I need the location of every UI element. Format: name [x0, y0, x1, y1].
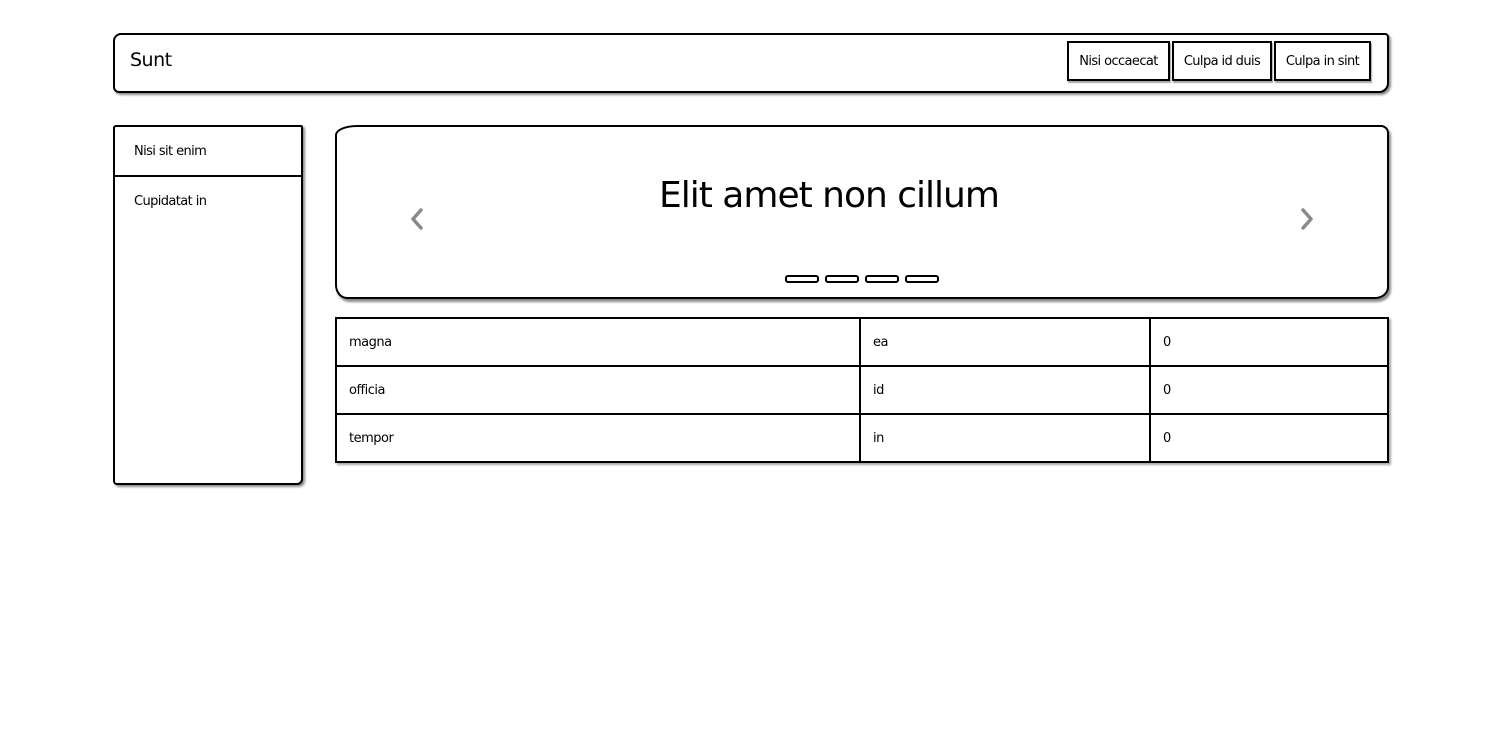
carousel: Elit amet non cillum	[335, 125, 1389, 299]
carousel-slide-title: Elit amet non cillum	[659, 175, 1000, 216]
table-cell: 0	[1149, 317, 1389, 367]
table-row: tempor in 0	[335, 413, 1389, 463]
table-cell: 0	[1149, 365, 1389, 415]
brand-title[interactable]: Sunt	[130, 49, 172, 71]
table-cell: ea	[859, 317, 1151, 367]
table-cell: 0	[1149, 413, 1389, 463]
carousel-indicator-2[interactable]	[825, 275, 859, 283]
table-cell: id	[859, 365, 1151, 415]
table-cell: officia	[335, 365, 861, 415]
table-cell: in	[859, 413, 1151, 463]
carousel-indicator-4[interactable]	[905, 275, 939, 283]
table-cell: magna	[335, 317, 861, 367]
sidebar: Nisi sit enim Cupidatat in	[113, 125, 303, 485]
sidebar-item-nisi-sit-enim[interactable]: Nisi sit enim	[115, 127, 301, 177]
top-navbar: Sunt Nisi occaecat Culpa id duis Culpa i…	[113, 33, 1389, 93]
nav-button-group: Nisi occaecat Culpa id duis Culpa in sin…	[1067, 41, 1371, 81]
carousel-indicator-1[interactable]	[785, 275, 819, 283]
carousel-indicator-3[interactable]	[865, 275, 899, 283]
table-row: magna ea 0	[335, 317, 1389, 367]
nav-button-nisi-occaecat[interactable]: Nisi occaecat	[1067, 41, 1170, 81]
nav-button-culpa-in-sint[interactable]: Culpa in sint	[1274, 41, 1371, 81]
table-cell: tempor	[335, 413, 861, 463]
table-row: officia id 0	[335, 365, 1389, 415]
sidebar-item-cupidatat-in[interactable]: Cupidatat in	[115, 177, 301, 225]
carousel-next-button[interactable]	[1295, 205, 1319, 233]
chevron-right-icon	[1301, 208, 1313, 230]
data-table: magna ea 0 officia id 0 tempor in 0	[335, 317, 1389, 463]
carousel-indicators	[785, 275, 939, 283]
nav-button-culpa-id-duis[interactable]: Culpa id duis	[1172, 41, 1272, 81]
